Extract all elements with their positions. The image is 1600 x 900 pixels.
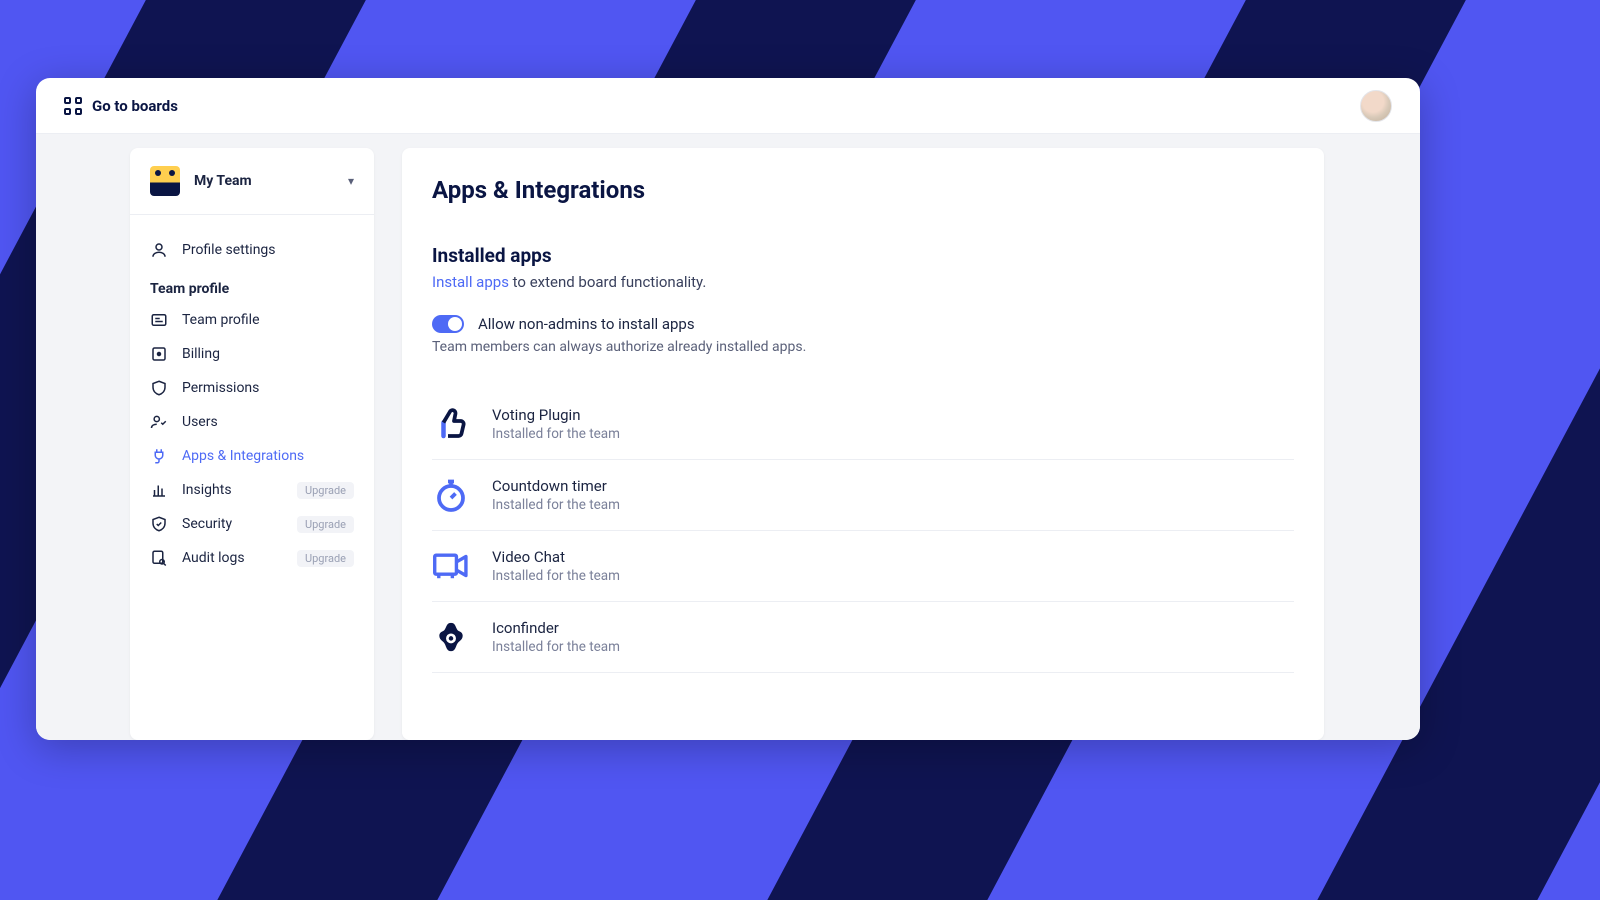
topbar: Go to boards: [36, 78, 1420, 134]
boards-grid-icon: [64, 97, 82, 115]
video-camera-icon: [432, 547, 470, 585]
thumbs-up-icon: [432, 405, 470, 443]
iconfinder-icon: [432, 618, 470, 656]
sidebar-item-audit-logs[interactable]: Audit logs Upgrade: [130, 541, 374, 575]
sidebar-item-label: Permissions: [182, 380, 354, 396]
app-row-iconfinder[interactable]: Iconfinder Installed for the team: [432, 602, 1294, 673]
sidebar-item-billing[interactable]: Billing: [130, 337, 374, 371]
sidebar-item-security[interactable]: Security Upgrade: [130, 507, 374, 541]
stopwatch-icon: [432, 476, 470, 514]
sidebar: My Team ▾ Profile settings Team profile: [130, 148, 374, 740]
sidebar-item-insights[interactable]: Insights Upgrade: [130, 473, 374, 507]
page-background: Go to boards My Team ▾ Profile s: [0, 0, 1600, 900]
allow-nonadmins-toggle[interactable]: [432, 315, 464, 333]
sidebar-item-label: Team profile: [182, 312, 354, 328]
shield-icon: [150, 379, 168, 397]
app-subtext: Installed for the team: [492, 426, 620, 442]
app-name: Countdown timer: [492, 477, 620, 495]
sidebar-item-label: Profile settings: [182, 242, 354, 258]
sidebar-item-team-profile[interactable]: Team profile: [130, 303, 374, 337]
sidebar-item-label: Audit logs: [182, 550, 283, 566]
chevron-down-icon: ▾: [348, 174, 354, 188]
app-row-countdown-timer[interactable]: Countdown timer Installed for the team: [432, 460, 1294, 531]
body: My Team ▾ Profile settings Team profile: [36, 134, 1420, 740]
sidebar-section-title: Team profile: [130, 273, 374, 303]
toggle-label: Allow non-admins to install apps: [478, 315, 695, 333]
upgrade-badge: Upgrade: [297, 516, 354, 533]
upgrade-badge: Upgrade: [297, 482, 354, 499]
upgrade-badge: Upgrade: [297, 550, 354, 567]
section-subtext: Install apps to extend board functionali…: [432, 273, 1294, 291]
app-window: Go to boards My Team ▾ Profile s: [36, 78, 1420, 740]
main-panel: Apps & Integrations Installed apps Insta…: [402, 148, 1324, 740]
document-search-icon: [150, 549, 168, 567]
app-name: Video Chat: [492, 548, 620, 566]
sidebar-item-apps-integrations[interactable]: Apps & Integrations: [130, 439, 374, 473]
app-row-video-chat[interactable]: Video Chat Installed for the team: [432, 531, 1294, 602]
go-to-boards-label: Go to boards: [92, 97, 178, 115]
app-subtext: Installed for the team: [492, 639, 620, 655]
team-selector[interactable]: My Team ▾: [130, 148, 374, 215]
person-icon: [150, 241, 168, 259]
install-apps-link[interactable]: Install apps: [432, 273, 509, 291]
sidebar-item-users[interactable]: Users: [130, 405, 374, 439]
app-subtext: Installed for the team: [492, 568, 620, 584]
app-name: Voting Plugin: [492, 406, 620, 424]
team-logo-icon: [150, 166, 180, 196]
sidebar-item-label: Users: [182, 414, 354, 430]
section-subtext-rest: to extend board functionality.: [509, 273, 706, 291]
app-row-voting-plugin[interactable]: Voting Plugin Installed for the team: [432, 389, 1294, 460]
installed-apps-list: Voting Plugin Installed for the team Cou…: [432, 389, 1294, 673]
shield-check-icon: [150, 515, 168, 533]
plug-icon: [150, 447, 168, 465]
sidebar-section-profile: Profile settings: [130, 215, 374, 273]
billing-icon: [150, 345, 168, 363]
sidebar-item-permissions[interactable]: Permissions: [130, 371, 374, 405]
page-title: Apps & Integrations: [432, 176, 1294, 204]
go-to-boards-link[interactable]: Go to boards: [64, 97, 178, 115]
sidebar-item-label: Security: [182, 516, 283, 532]
sidebar-item-label: Billing: [182, 346, 354, 362]
toggle-help-text: Team members can always authorize alread…: [432, 339, 1294, 355]
card-icon: [150, 311, 168, 329]
avatar[interactable]: [1360, 90, 1392, 122]
sidebar-item-label: Apps & Integrations: [182, 448, 354, 464]
app-subtext: Installed for the team: [492, 497, 620, 513]
users-icon: [150, 413, 168, 431]
app-name: Iconfinder: [492, 619, 620, 637]
sidebar-item-profile-settings[interactable]: Profile settings: [130, 233, 374, 267]
chart-icon: [150, 481, 168, 499]
toggle-row: Allow non-admins to install apps: [432, 315, 1294, 333]
team-name: My Team: [194, 173, 334, 189]
section-heading: Installed apps: [432, 244, 1294, 267]
sidebar-item-label: Insights: [182, 482, 283, 498]
